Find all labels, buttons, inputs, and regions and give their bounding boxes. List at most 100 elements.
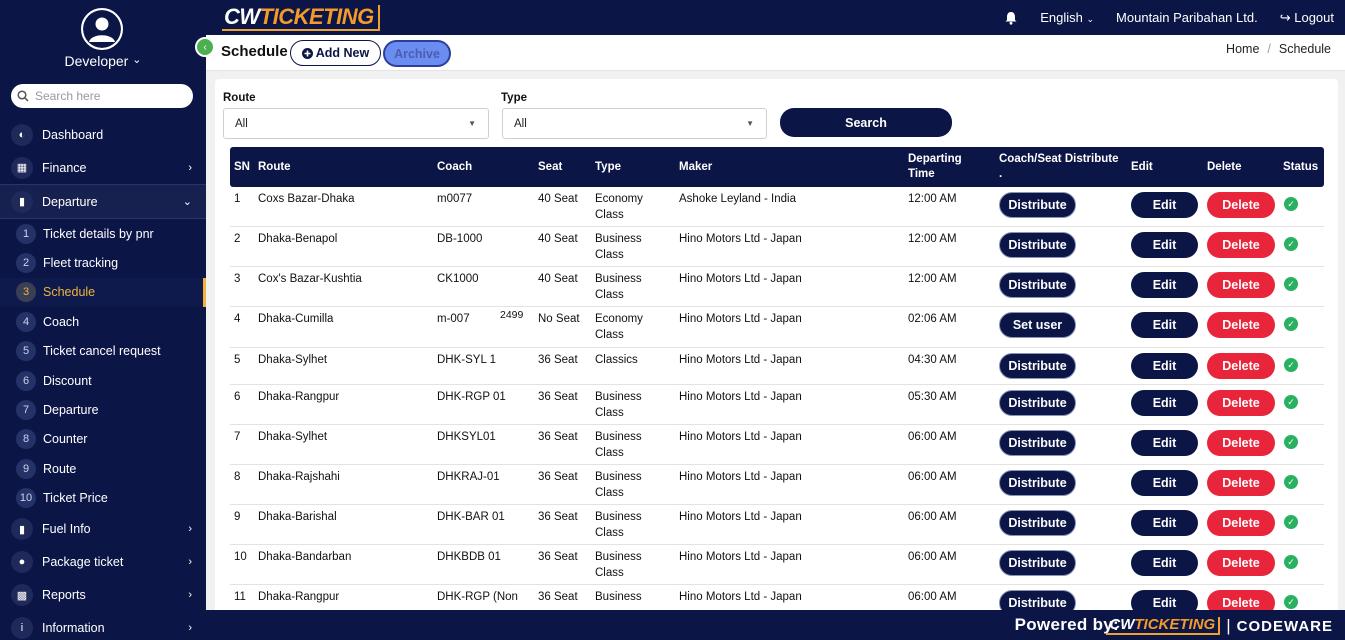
cell-time: 04:30 AM [908,354,957,366]
chevron-down-icon: ⌄ [132,54,142,66]
distribute-button[interactable]: Distribute [999,390,1076,416]
cell-time: 06:00 AM [908,591,957,603]
cell-seat: 36 Seat [538,591,578,603]
sidebar-subitem-discount[interactable]: 6 Discount [0,366,206,395]
cell-coach: DHKSYL01 [437,431,496,443]
sidebar-collapse-icon[interactable]: ‹ [195,37,215,57]
edit-button[interactable]: Edit [1131,470,1198,496]
sidebar-subitem-departure[interactable]: 7 Departure [0,395,206,424]
sidebar-subitem-ticket-price[interactable]: 10 Ticket Price [0,484,206,513]
cell-route: Dhaka-Sylhet [258,354,328,366]
delete-button[interactable]: Delete [1207,353,1275,379]
cell-coach: m0077 [437,193,473,205]
archive-button[interactable]: Archive [383,40,451,67]
delete-button[interactable]: Delete [1207,272,1275,298]
edit-button[interactable]: Edit [1131,550,1198,576]
distribute-button[interactable]: Distribute [999,353,1076,379]
avatar[interactable] [81,8,123,50]
page-header: Schedule Add New Archive Home / Schedule [206,35,1345,71]
distribute-button[interactable]: Distribute [999,232,1076,258]
chevron-right-icon: › [188,589,192,602]
sidebar-item-information[interactable]: i Information › [0,612,206,640]
cell-seat: 36 Seat [538,391,578,403]
distribute-button[interactable]: Distribute [999,272,1076,298]
check-circle-icon[interactable]: ✓ [1284,395,1298,409]
sidebar-item-dashboard[interactable]: ◐ Dashboard [0,118,206,151]
subitem-label: Counter [43,432,88,447]
breadcrumb-home[interactable]: Home [1226,42,1259,56]
check-circle-icon[interactable]: ✓ [1284,435,1298,449]
edit-button[interactable]: Edit [1131,510,1198,536]
distribute-button[interactable]: Distribute [999,510,1076,536]
edit-button[interactable]: Edit [1131,312,1198,338]
delete-button[interactable]: Delete [1207,192,1275,218]
bell-icon[interactable] [1004,11,1018,25]
check-circle-icon[interactable]: ✓ [1284,197,1298,211]
delete-button[interactable]: Delete [1207,430,1275,456]
check-circle-icon[interactable]: ✓ [1284,555,1298,569]
sidebar-subitem-ticket-cancel-request[interactable]: 5 Ticket cancel request [0,337,206,366]
distribute-button[interactable]: Distribute [999,470,1076,496]
subitem-label: Ticket details by pnr [43,226,154,241]
sidebar-item-fuel-info[interactable]: ▮ Fuel Info › [0,513,206,546]
sidebar: Developer ⌄ ◐ Dashboard ▦ Finance › ▮ Departur… [0,0,206,640]
search-button[interactable]: Search [780,108,952,137]
cell-sn: 8 [234,471,241,483]
company-name[interactable]: Mountain Paribahan Ltd. [1116,10,1258,25]
sidebar-item-package-ticket[interactable]: ● Package ticket › [0,546,206,579]
sidebar-subitem-ticket-details-by-pnr[interactable]: 1 Ticket details by pnr [0,219,206,248]
col-status: Status [1283,160,1319,173]
sidebar-item-reports[interactable]: ▩ Reports › [0,579,206,612]
subitem-label: Fleet tracking [43,256,119,271]
cell-time: 02:06 AM [908,313,957,325]
edit-button[interactable]: Edit [1131,353,1198,379]
sidebar-item-finance[interactable]: ▦ Finance › [0,151,206,184]
check-circle-icon[interactable]: ✓ [1284,595,1298,609]
sidebar-subitem-counter[interactable]: 8 Counter [0,425,206,454]
subitem-number: 3 [16,282,36,303]
sidebar-subitem-coach[interactable]: 4 Coach [0,307,206,336]
cell-sn: 7 [234,431,241,443]
sidebar-item-departure[interactable]: ▮ Departure ⌄ [0,184,206,219]
distribute-button[interactable]: Distribute [999,192,1076,218]
delete-button[interactable]: Delete [1207,510,1275,536]
info-icon: i [11,617,33,640]
cell-route: Coxs Bazar-Dhaka [258,193,355,205]
sidebar-subitem-fleet-tracking[interactable]: 2 Fleet tracking [0,248,206,277]
check-circle-icon[interactable]: ✓ [1284,475,1298,489]
search-input[interactable] [35,89,185,103]
route-select[interactable]: All ▼ [223,108,489,139]
calculator-icon: ▦ [11,156,33,179]
delete-button[interactable]: Delete [1207,550,1275,576]
cell-maker: Hino Motors Ltd - Japan [679,233,802,245]
user-menu[interactable]: Developer ⌄ [0,53,206,69]
edit-button[interactable]: Edit [1131,272,1198,298]
sidebar-subitem-schedule[interactable]: 3 Schedule [0,277,206,308]
check-circle-icon[interactable]: ✓ [1284,237,1298,251]
check-circle-icon[interactable]: ✓ [1284,277,1298,291]
check-circle-icon[interactable]: ✓ [1284,515,1298,529]
footer-logo-cw: CW [1109,616,1135,633]
check-circle-icon[interactable]: ✓ [1284,317,1298,331]
distribute-button[interactable]: Distribute [999,550,1076,576]
distribute-button[interactable]: Distribute [999,430,1076,456]
edit-button[interactable]: Edit [1131,192,1198,218]
delete-button[interactable]: Delete [1207,390,1275,416]
cell-route: Dhaka-Rangpur [258,591,340,603]
edit-button[interactable]: Edit [1131,390,1198,416]
app-logo[interactable]: CWTICKETING [222,4,380,31]
col-maker: Maker [679,160,713,173]
add-new-button[interactable]: Add New [290,40,381,66]
check-circle-icon[interactable]: ✓ [1284,358,1298,372]
delete-button[interactable]: Delete [1207,232,1275,258]
delete-button[interactable]: Delete [1207,470,1275,496]
edit-button[interactable]: Edit [1131,430,1198,456]
logout-link[interactable]: ↪ Logout [1280,10,1334,26]
set-user-button[interactable]: Set user [999,312,1076,338]
language-selector[interactable]: English ⌄ [1040,10,1094,25]
edit-button[interactable]: Edit [1131,232,1198,258]
sidebar-subitem-route[interactable]: 9 Route [0,454,206,483]
type-select[interactable]: All ▼ [502,108,767,139]
delete-button[interactable]: Delete [1207,312,1275,338]
table-row: 10 Dhaka-Bandarban DHKBDB 01 36 Seat Busines… [230,545,1324,585]
